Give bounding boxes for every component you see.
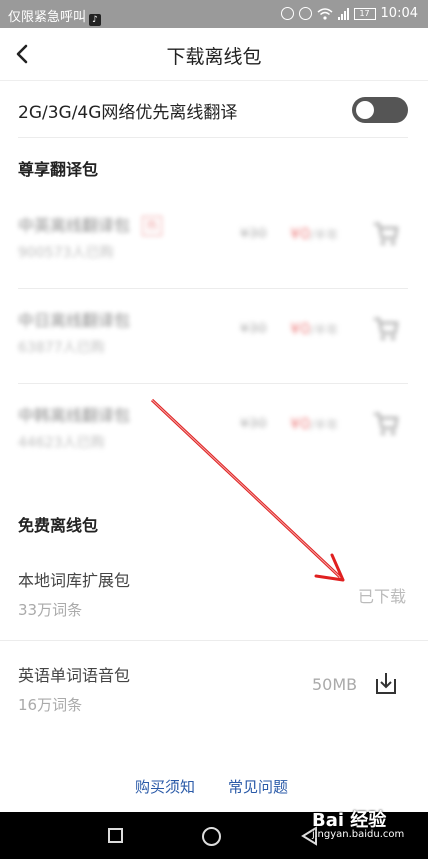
watermark-brand: Bai 经验 (312, 810, 387, 831)
cart-icon[interactable] (372, 315, 400, 343)
carrier-text: 仅限紧急呼叫 (8, 10, 87, 25)
free-package-row[interactable]: 英语单词语音包 16万词条 50MB (0, 650, 428, 736)
package-name: 中韩离线翻译包 (18, 406, 131, 425)
home-button[interactable] (202, 827, 221, 846)
watermark: Bai 经验 jingyan.baidu.com (312, 806, 404, 840)
status-left: 仅限紧急呼叫 ♪ (8, 6, 102, 26)
free-section-title: 免费离线包 (18, 516, 99, 535)
battery-icon: 17 (353, 7, 376, 20)
watermark-url: jingyan.baidu.com (312, 829, 405, 840)
divider (18, 137, 408, 138)
free-package-row[interactable]: 本地词库扩展包 33万词条 已下载 (0, 555, 428, 641)
status-bar: 仅限紧急呼叫 ♪ 17 10:04 (0, 0, 428, 28)
premium-package-row[interactable]: 中英离线翻译包热 900573人已购 ¥30 ¥0/半年 (0, 198, 428, 293)
network-pref-toggle[interactable] (352, 97, 408, 123)
faq-link[interactable]: 常见问题 (228, 776, 288, 797)
premium-package-row[interactable]: 中韩离线翻译包 44623人已购 ¥30 ¥0/半年 (0, 388, 428, 483)
package-name: 本地词库扩展包 (18, 571, 131, 590)
package-entries: 33万词条 (18, 601, 83, 619)
premium-section-title: 尊享翻译包 (18, 160, 99, 179)
package-buyers: 900573人已购 (18, 245, 114, 261)
package-price: ¥0/半年 (290, 414, 339, 433)
download-icon[interactable] (372, 670, 400, 698)
hot-badge: 热 (142, 216, 163, 236)
title-bar: 下载离线包 (0, 28, 428, 81)
recent-apps-button[interactable] (108, 828, 123, 843)
vibrate-icon (298, 7, 312, 20)
package-old-price: ¥30 (240, 226, 267, 242)
signal-icon (337, 7, 349, 20)
package-buyers: 44623人已购 (18, 435, 105, 451)
package-name: 英语单词语音包 (18, 666, 131, 685)
divider (18, 288, 408, 289)
package-name: 中英离线翻译包热 (18, 212, 163, 236)
cart-icon[interactable] (372, 220, 400, 248)
network-pref-label: 2G/3G/4G网络优先离线翻译 (18, 103, 238, 123)
purchase-notes-link[interactable]: 购买须知 (135, 776, 195, 797)
page-title: 下载离线包 (166, 46, 262, 68)
package-price: ¥0/半年 (290, 224, 339, 243)
premium-package-row[interactable]: 中日离线翻译包 63877人已购 ¥30 ¥0/半年 (0, 293, 428, 388)
download-status: 已下载 (357, 587, 406, 606)
divider (0, 640, 428, 641)
package-name: 中日离线翻译包 (18, 311, 131, 330)
nfc-icon (280, 7, 294, 20)
footer-links: 购买须知 常见问题 (0, 776, 428, 800)
clock: 10:04 (380, 6, 418, 21)
package-entries: 16万词条 (18, 696, 83, 714)
package-old-price: ¥30 (240, 416, 267, 432)
status-right: 17 10:04 (280, 6, 418, 21)
package-price: ¥0/半年 (290, 319, 339, 338)
toggle-knob (356, 101, 374, 119)
package-size: 50MB (312, 675, 358, 694)
battery-level: 17 (359, 8, 370, 18)
package-buyers: 63877人已购 (18, 340, 105, 356)
package-old-price: ¥30 (240, 321, 267, 337)
divider (18, 383, 408, 384)
wifi-icon (317, 7, 333, 20)
cart-icon[interactable] (372, 410, 400, 438)
tiktok-icon: ♪ (89, 14, 102, 26)
network-pref-row: 2G/3G/4G网络优先离线翻译 (0, 80, 428, 138)
